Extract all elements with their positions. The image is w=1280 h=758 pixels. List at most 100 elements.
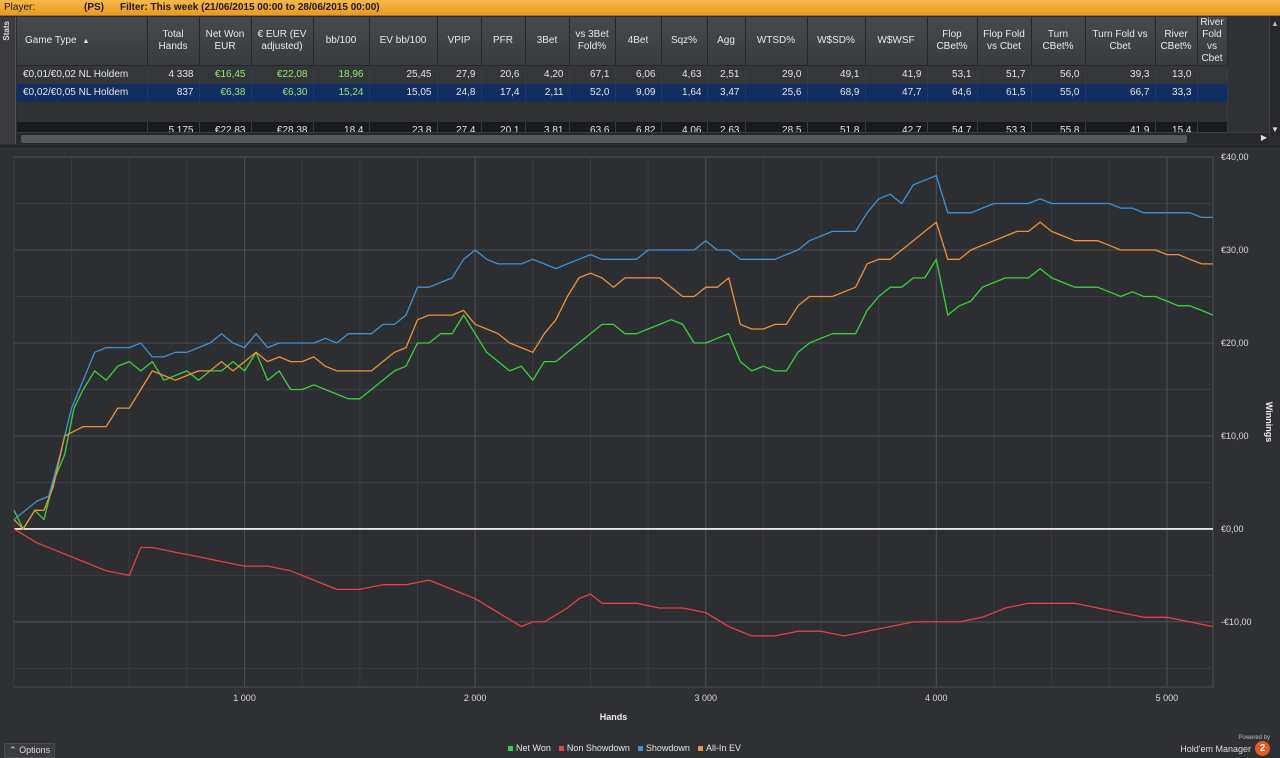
legend-item[interactable]: Net Won xyxy=(508,743,551,753)
table-cell: 39,3 xyxy=(1085,65,1156,84)
column-header[interactable]: River CBet% xyxy=(1155,17,1198,66)
table-cell: 4,63 xyxy=(661,65,708,84)
legend-item[interactable]: Showdown xyxy=(637,743,690,753)
column-header[interactable]: Flop Fold vs Cbet xyxy=(977,17,1032,66)
table-row[interactable]: €0,01/€0,02 NL Holdem 4 338 €16,45 €22,08 18… xyxy=(17,65,1228,84)
filter-text[interactable]: Filter: This week (21/06/2015 00:00 to 2… xyxy=(120,2,380,13)
column-header[interactable]: € EUR (EV adjusted) xyxy=(251,17,314,66)
stats-table: Game Type ▲ Total Hands Net Won EUR € EUR (E… xyxy=(17,17,1228,136)
stats-tab-label: Stats xyxy=(2,21,11,41)
table-cell: 837 xyxy=(147,83,200,102)
table-cell: 56,0 xyxy=(1031,65,1086,84)
x-axis-label: Hands xyxy=(600,712,628,722)
column-header[interactable]: vs 3Bet Fold% xyxy=(569,17,616,66)
sort-ascending-icon: ▲ xyxy=(82,37,90,45)
options-button[interactable]: ⌃ Options xyxy=(4,743,56,758)
column-header[interactable]: EV bb/100 xyxy=(369,17,438,66)
column-header-label: vs 3Bet Fold% xyxy=(575,29,609,52)
column-header-label: 3Bet xyxy=(536,35,558,46)
column-header-label: W$SD% xyxy=(817,35,855,46)
header-row: Game Type ▲ Total Hands Net Won EUR € EUR (E… xyxy=(17,17,1228,66)
plot-area xyxy=(13,156,1214,688)
winnings-graph-panel: 1 000 2 000 3 000 4 000 5 000 €40,00 €30,00 €20… xyxy=(0,146,1280,758)
column-header[interactable]: Game Type ▲ xyxy=(17,17,148,66)
column-header-label: Flop CBet% xyxy=(936,29,968,52)
table-cell: €16,45 xyxy=(199,65,252,84)
column-header-label: bb/100 xyxy=(325,35,357,46)
table-cell: 3,47 xyxy=(707,83,746,102)
table-cell xyxy=(1197,65,1228,84)
column-header[interactable]: Turn CBet% xyxy=(1031,17,1086,66)
y-tick-label: €0,00 xyxy=(1221,524,1244,534)
player-label: Player: xyxy=(4,2,36,13)
x-tick-label: 3 000 xyxy=(694,693,717,703)
column-header[interactable]: W$WSF xyxy=(865,17,928,66)
column-header-label: River Fold vs Cbet xyxy=(1200,17,1224,64)
table-cell: 61,5 xyxy=(977,83,1032,102)
legend-item[interactable]: All-In EV xyxy=(697,743,741,753)
stats-side-tab[interactable]: Stats xyxy=(0,17,16,144)
column-header[interactable]: VPIP xyxy=(437,17,482,66)
y-tick-label: €20,00 xyxy=(1221,338,1249,348)
table-row[interactable]: €0,02/€0,05 NL Holdem 837 €6,38 €6,30 15,24 1… xyxy=(17,83,1228,102)
vertical-scrollbar[interactable]: ▲ ▼ xyxy=(1269,17,1280,136)
column-header[interactable]: Sqz% xyxy=(661,17,708,66)
brand-name: Hold'em Manager xyxy=(1180,743,1251,754)
table-cell: €22,08 xyxy=(251,65,314,84)
table-cell: 67,1 xyxy=(569,65,616,84)
table-cell: 25,6 xyxy=(745,83,808,102)
horizontal-scrollbar[interactable]: ▶ xyxy=(17,132,1269,144)
x-tick-label: 1 000 xyxy=(233,693,256,703)
chart-legend: Net Won Non Showdown Showdown All-In EV xyxy=(508,743,741,753)
table-cell: 66,7 xyxy=(1085,83,1156,102)
column-header[interactable]: W$SD% xyxy=(807,17,866,66)
stats-grid: Game Type ▲ Total Hands Net Won EUR € EUR (E… xyxy=(17,17,1269,136)
scroll-right-icon[interactable]: ▶ xyxy=(1261,133,1267,142)
scroll-up-icon[interactable]: ▲ xyxy=(1271,19,1279,28)
column-header-label: 4Bet xyxy=(627,35,649,46)
column-header[interactable]: 3Bet xyxy=(525,17,570,66)
column-header-label: € EUR (EV adjusted) xyxy=(257,29,307,52)
column-header[interactable]: Turn Fold vs Cbet xyxy=(1085,17,1156,66)
x-tick-label: 5 000 xyxy=(1156,693,1179,703)
legend-item[interactable]: Non Showdown xyxy=(558,743,630,753)
winnings-chart: 1 000 2 000 3 000 4 000 5 000 €40,00 €30,00 €20… xyxy=(13,152,1274,722)
table-cell: 2,51 xyxy=(707,65,746,84)
column-header-label: Sqz% xyxy=(670,35,698,46)
column-header[interactable]: WTSD% xyxy=(745,17,808,66)
empty-row xyxy=(17,101,1228,122)
column-header[interactable]: Flop CBet% xyxy=(927,17,978,66)
scroll-down-icon[interactable]: ▼ xyxy=(1271,125,1279,134)
table-cell: €6,38 xyxy=(199,83,252,102)
x-tick-label: 2 000 xyxy=(464,693,487,703)
column-header[interactable]: bb/100 xyxy=(313,17,370,66)
column-header[interactable]: River Fold vs Cbet xyxy=(1197,17,1228,66)
table-cell: 17,4 xyxy=(481,83,526,102)
table-cell: €0,01/€0,02 NL Holdem xyxy=(17,65,148,84)
table-cell: 13,0 xyxy=(1155,65,1198,84)
column-header-label: WTSD% xyxy=(756,35,796,46)
site-label: (PS) xyxy=(84,2,104,13)
table-cell: €6,30 xyxy=(251,83,314,102)
table-cell: 4 338 xyxy=(147,65,200,84)
column-header-label: Agg xyxy=(717,35,735,46)
column-header[interactable]: PFR xyxy=(481,17,526,66)
table-cell: 2,11 xyxy=(525,83,570,102)
column-header[interactable]: 4Bet xyxy=(615,17,662,66)
column-header[interactable]: Total Hands xyxy=(147,17,200,66)
options-label: Options xyxy=(19,745,51,755)
column-header[interactable]: Agg xyxy=(707,17,746,66)
table-cell: 18,96 xyxy=(313,65,370,84)
legend-swatch-icon xyxy=(697,745,703,751)
table-cell: 64,6 xyxy=(927,83,978,102)
column-header-label: PFR xyxy=(493,35,513,46)
filter-bar: Player: (PS) Filter: This week (21/06/20… xyxy=(0,0,1280,16)
legend-swatch-icon xyxy=(558,745,564,751)
column-header[interactable]: Net Won EUR xyxy=(199,17,252,66)
brand-logo: Powered by Hold'em Manager 2 xyxy=(1180,735,1270,756)
legend-label: All-In EV xyxy=(705,743,741,753)
table-cell: 52,0 xyxy=(569,83,616,102)
table-cell: 15,05 xyxy=(369,83,438,102)
scroll-thumb[interactable] xyxy=(21,135,1187,143)
table-cell: 68,9 xyxy=(807,83,866,102)
